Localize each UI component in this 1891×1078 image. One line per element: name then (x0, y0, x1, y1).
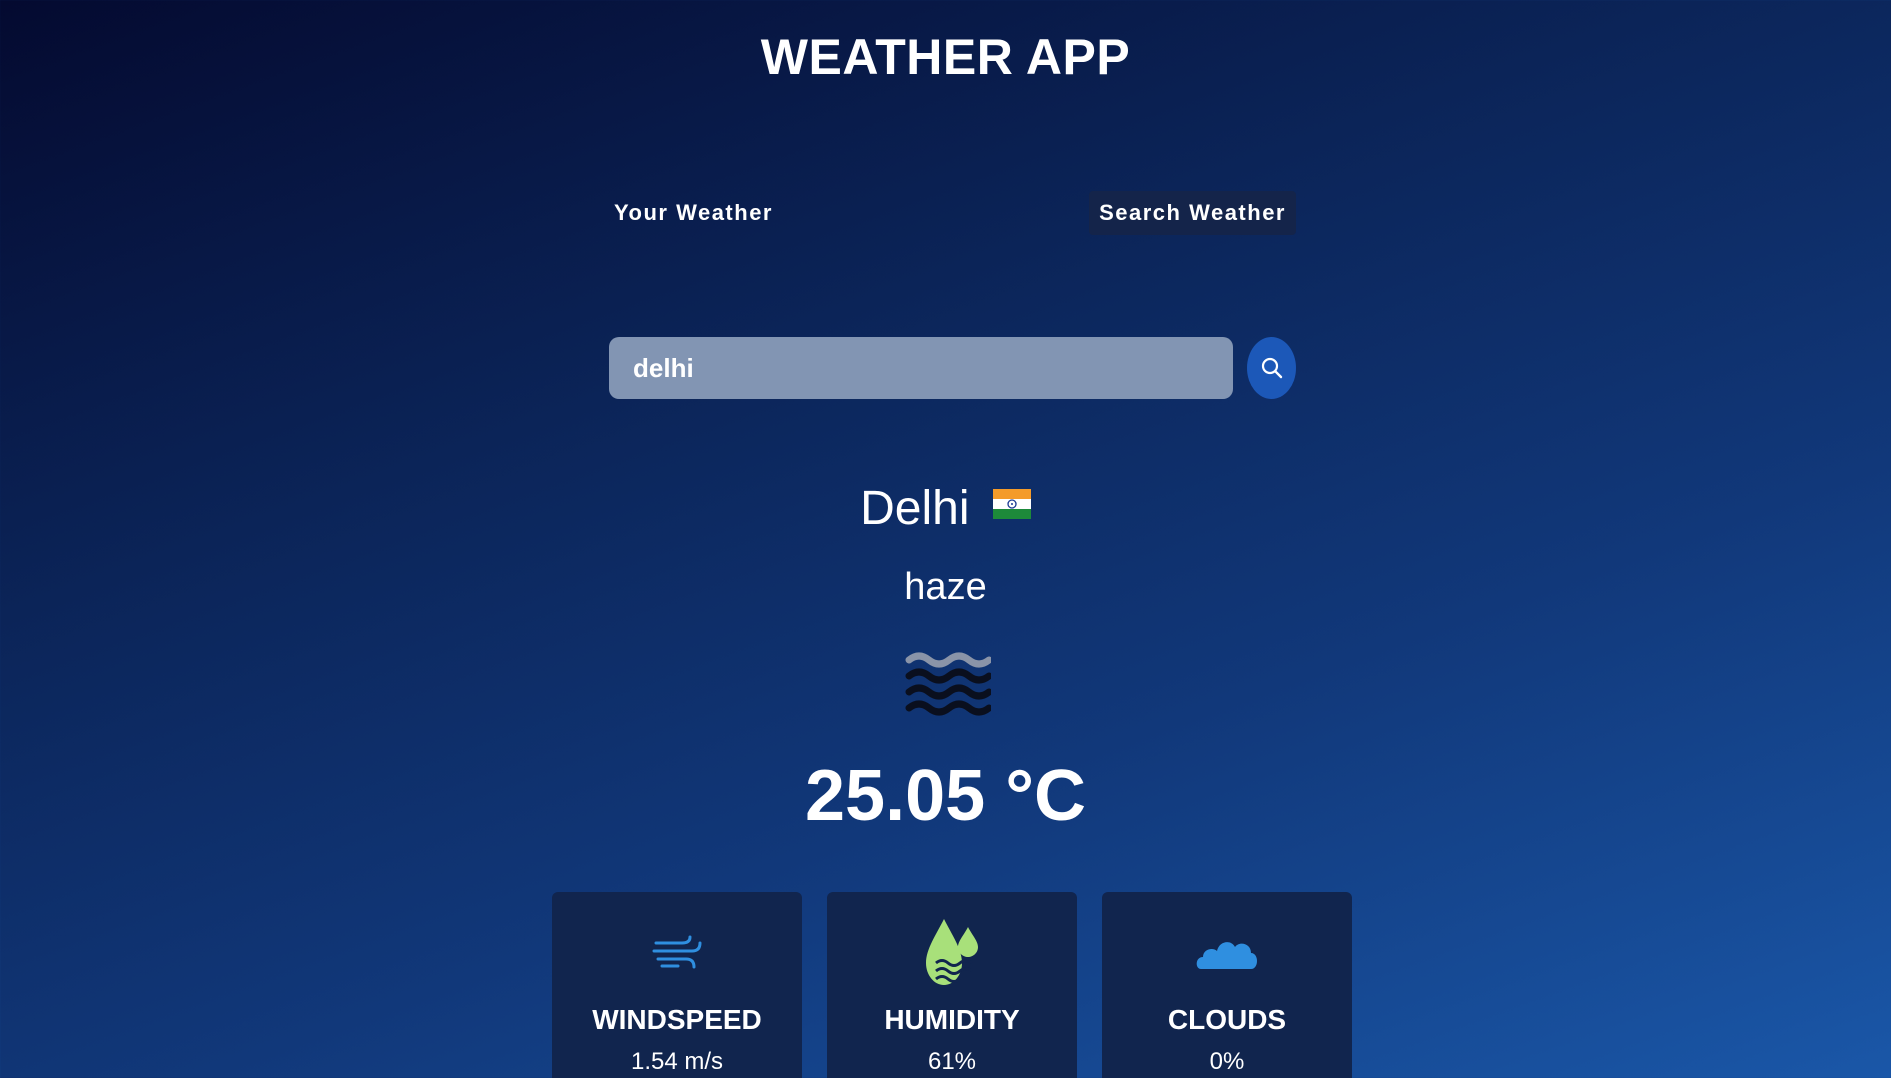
humidity-label: HUMIDITY (884, 1004, 1020, 1035)
clouds-label: CLOUDS (1167, 1004, 1287, 1035)
search-form (609, 337, 1296, 399)
weather-description: haze (904, 566, 987, 608)
haze-icon (905, 652, 991, 716)
clouds-value: 0% (1209, 1048, 1245, 1075)
windspeed-card: WINDSPEED 1.54 m/s (552, 892, 802, 1078)
tab-your-weather[interactable]: Your Weather (604, 191, 783, 235)
city-search-input[interactable] (609, 337, 1233, 399)
humidity-card: HUMIDITY 61% (827, 892, 1077, 1078)
wind-icon (652, 935, 702, 969)
india-flag-icon (992, 489, 1031, 520)
cloud-icon (1196, 942, 1257, 969)
humidity-icon (926, 919, 978, 985)
tab-search-weather[interactable]: Search Weather (1089, 191, 1296, 235)
humidity-value: 61% (927, 1048, 977, 1075)
tab-bar: Your Weather Search Weather (604, 191, 1296, 235)
windspeed-value: 1.54 m/s (630, 1048, 724, 1075)
search-button[interactable] (1247, 337, 1296, 399)
temperature-reading: 25.05 °C (805, 756, 1086, 836)
windspeed-label: WINDSPEED (592, 1004, 762, 1035)
city-name: Delhi (860, 481, 970, 535)
city-heading: Delhi (0, 478, 1891, 538)
search-icon (1261, 357, 1282, 379)
clouds-card: CLOUDS 0% (1102, 892, 1352, 1078)
app-title: WEATHER APP (760, 29, 1131, 85)
weather-details: WINDSPEED 1.54 m/s HUMIDITY 61% CLOUDS 0… (552, 892, 1352, 1078)
